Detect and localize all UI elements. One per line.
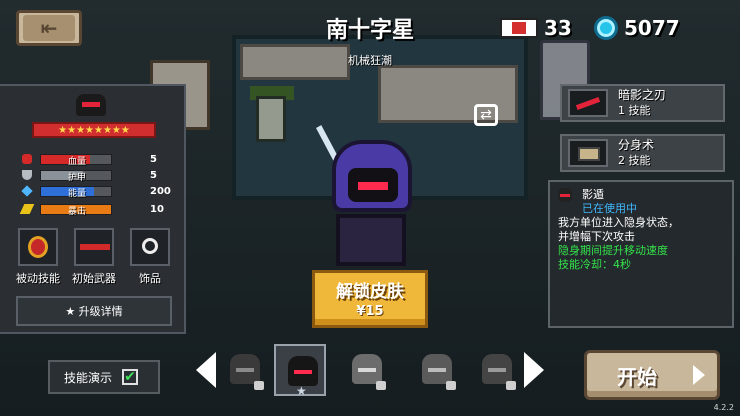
skill-demo-toggle[interactable]: 技能演示 ✔ [48, 360, 160, 394]
info-skill-name: 影遁 [582, 188, 604, 201]
star-rating: ★★★★★★★★ [32, 122, 156, 138]
unlock-price: ¥15 [356, 304, 384, 319]
gem-counter: 5077 [594, 16, 680, 40]
skill-avatar-icon [558, 188, 572, 202]
ring-icon [142, 238, 158, 254]
switch-skin-icon[interactable]: ⇄ [474, 104, 498, 126]
stat-row-energy: 能量 200 [21, 184, 182, 199]
stat-row-armor: 护甲 5 [22, 168, 182, 183]
passive-skill-slot[interactable] [18, 228, 58, 266]
skin-option[interactable] [218, 344, 270, 396]
page-subtitle: 机械狂潮 [348, 54, 392, 67]
skin-eye [294, 370, 312, 374]
starting-weapon-label: 初始武器 [72, 272, 116, 285]
start-button[interactable]: 开始 [584, 350, 720, 400]
energy-label: 能量 [67, 188, 86, 199]
hero-avatar [76, 94, 106, 116]
skill-sub: 1 技能 [618, 104, 651, 117]
version-label: 4.2.2 [713, 403, 734, 412]
hero-eye [358, 182, 388, 190]
weapon-icon [80, 244, 110, 250]
armor-bar: 护甲 [40, 169, 112, 183]
energy-value: 33 [544, 16, 572, 40]
skill-demo-label: 技能演示 [64, 370, 113, 385]
starting-weapon-slot[interactable] [74, 228, 114, 266]
skill-info-box: 影遁 已在使用中 我方单位进入隐身状态， 并增幅下次攻击 隐身期间提升移动速度 … [548, 180, 734, 328]
skill-sub: 2 技能 [618, 154, 651, 167]
info-desc-line2: 并增幅下次攻击 [558, 230, 635, 243]
hero-body [336, 214, 406, 266]
passive-skill-icon [28, 236, 48, 258]
armor-value: 5 [150, 169, 157, 181]
energy-icon [500, 18, 538, 38]
crit-icon [19, 204, 35, 214]
energy-counter: 33 [500, 16, 572, 40]
selected-star-icon: ★ [296, 384, 307, 398]
armor-label: 护甲 [67, 172, 86, 183]
energy-stat-value: 200 [150, 185, 171, 197]
crit-label: 暴击 [67, 206, 86, 217]
hero-character-sprite [316, 125, 426, 268]
hp-label: 血量 [67, 156, 86, 167]
gem-icon [594, 16, 618, 40]
play-arrow-icon [693, 365, 705, 385]
clone-skill-icon [568, 139, 608, 167]
skill-demo-checkbox[interactable]: ✔ [122, 369, 139, 385]
unlock-label: 解锁皮肤 [336, 282, 404, 302]
gem-value: 5077 [624, 16, 680, 40]
accessory-slot[interactable] [130, 228, 170, 266]
in-use-status: 已在使用中 [582, 202, 637, 215]
info-header: 影遁 [558, 188, 724, 202]
hp-bar: 血量 [40, 153, 112, 167]
skill-card-shadow-blade[interactable]: 暗影之刃 1 技能 [560, 84, 725, 122]
skill-name: 分身术 [618, 138, 655, 152]
upgrade-details-button[interactable]: ★ 升级详情 [16, 296, 172, 326]
skill-text: 暗影之刃 1 技能 [618, 88, 666, 118]
stat-row-crit: 暴击 10 [19, 202, 182, 217]
skin-option-selected[interactable]: ★ [274, 344, 326, 398]
skin-eye [358, 368, 376, 372]
accessory-label: 饰品 [139, 272, 161, 285]
hp-value: 5 [150, 153, 157, 165]
info-bonus: 隐身期间提升移动速度 [558, 244, 668, 257]
crit-value: 10 [150, 203, 164, 215]
skill-name: 暗影之刃 [618, 88, 667, 102]
skin-option[interactable] [340, 344, 392, 396]
lock-icon [376, 381, 386, 390]
unlock-skin-button[interactable]: 解锁皮肤 ¥15 [312, 270, 428, 328]
lock-icon [446, 381, 456, 390]
crit-bar: 暴击 [40, 203, 112, 217]
diamond-icon [21, 185, 33, 197]
heart-icon [22, 154, 32, 164]
info-desc-line1: 我方单位进入隐身状态， [558, 216, 679, 229]
skill-text: 分身术 2 技能 [618, 138, 654, 168]
next-skin-arrow[interactable] [524, 352, 544, 388]
shield-icon [22, 170, 32, 180]
passive-skill-label: 被动技能 [16, 272, 60, 285]
skin-eye [236, 368, 254, 372]
skin-option[interactable] [410, 344, 462, 396]
skin-eye [428, 368, 446, 372]
stat-row-hp: 血量 5 [22, 152, 182, 167]
prev-skin-arrow[interactable] [196, 352, 216, 388]
skill-card-clone[interactable]: 分身术 2 技能 [560, 134, 725, 172]
shadow-blade-icon [568, 89, 608, 117]
energy-bar: 能量 [40, 185, 112, 199]
lock-icon [254, 381, 264, 390]
info-cooldown: 技能冷却：4秒 [558, 258, 631, 271]
lock-icon [506, 381, 516, 390]
skin-eye [488, 368, 506, 372]
skin-option[interactable] [470, 344, 522, 396]
start-label: 开始 [617, 364, 657, 389]
